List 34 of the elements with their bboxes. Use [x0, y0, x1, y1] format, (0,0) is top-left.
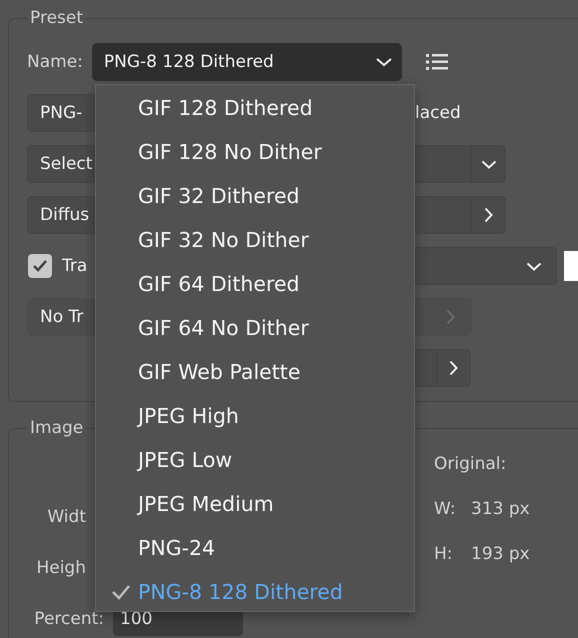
chevron-down-icon	[374, 57, 393, 67]
menu-item[interactable]: GIF 128 No Dither	[96, 130, 414, 174]
chevron-down-icon	[526, 262, 542, 270]
transparency-label: Tra	[62, 256, 88, 276]
width-value: 313 px	[471, 499, 530, 519]
original-label: Original:	[434, 454, 508, 474]
menu-item[interactable]: JPEG High	[96, 394, 414, 438]
width-label: W:	[434, 499, 457, 519]
menu-item[interactable]: PNG-24	[96, 526, 414, 570]
list-icon[interactable]	[426, 54, 448, 70]
width-label: Widt	[46, 506, 86, 526]
panel-title: Image	[29, 418, 84, 438]
interlaced-label: laced	[415, 103, 461, 123]
preset-dropdown[interactable]: PNG-8 128 Dithered	[92, 43, 402, 81]
checkbox[interactable]	[28, 254, 52, 278]
menu-item[interactable]: GIF Web Palette	[96, 350, 414, 394]
menu-item[interactable]: GIF 32 No Dither	[96, 218, 414, 262]
height-label: H:	[434, 544, 454, 564]
menu-item[interactable]: JPEG Medium	[96, 482, 414, 526]
percent-label: Percent:	[33, 608, 104, 628]
chevron-down-icon	[480, 160, 496, 168]
height-value: 193 px	[471, 544, 530, 564]
chevron-right-icon	[484, 207, 493, 223]
menu-item[interactable]: JPEG Low	[96, 438, 414, 482]
checkmark-icon	[111, 584, 131, 600]
menu-item[interactable]: GIF 64 Dithered	[96, 262, 414, 306]
chevron-right-icon	[446, 309, 455, 325]
height-label: Heigh	[35, 558, 86, 578]
menu-item[interactable]: GIF 32 Dithered	[96, 174, 414, 218]
panel-title: Preset	[29, 8, 84, 28]
checkmark-icon	[32, 259, 48, 273]
chevron-right-icon	[449, 360, 458, 376]
name-label: Name:	[27, 52, 83, 72]
menu-item[interactable]: GIF 64 No Dither	[96, 306, 414, 350]
